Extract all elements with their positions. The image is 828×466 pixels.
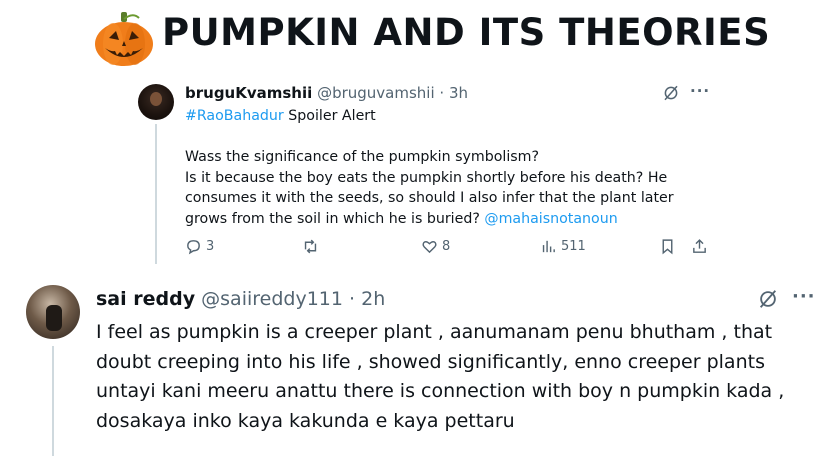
grok-icon[interactable] [662,84,680,102]
share-icon [693,239,706,253]
jack-o-lantern-icon [95,12,153,66]
reply-tweet[interactable]: sai reddy @saiireddy111 · 2h ··· I feel … [0,280,828,466]
reply-icon [187,240,200,255]
tweet-line: Wass the significance of the pumpkin sym… [185,149,540,165]
like-button[interactable]: 8 [421,238,450,255]
reply-count: 3 [206,239,215,254]
tweet-text: I feel as pumpkin is a creeper plant , a… [96,321,785,432]
grok-icon[interactable] [757,288,779,310]
title-banner: PUMPKIN AND ITS THEORIES [0,0,828,78]
tweet-header: sai reddy @saiireddy111 · 2h [96,288,385,310]
more-options-icon[interactable]: ··· [690,82,710,100]
timestamp[interactable]: · 2h [349,288,385,310]
views-icon [542,240,555,253]
timestamp[interactable]: · 3h [439,84,468,102]
tweet-text: #RaoBahadur Spoiler Alert Wass the signi… [185,106,705,229]
action-bar: 3 8 511 [185,238,725,260]
views-count: 511 [561,239,586,254]
tweet-header: bruguKvamshii @bruguvamshii · 3h [185,84,468,102]
quoted-tweet[interactable]: bruguKvamshii @bruguvamshii · 3h ··· #Ra… [120,78,720,270]
share-button[interactable] [691,238,708,255]
hashtag-link[interactable]: #RaoBahadur [185,108,284,124]
avatar[interactable] [138,84,174,120]
thread-line [52,346,54,456]
banner-title: PUMPKIN AND ITS THEORIES [162,11,771,54]
handle[interactable]: @saiireddy111 [201,288,343,310]
retweet-icon [304,239,317,254]
handle[interactable]: @bruguvamshii [317,84,435,102]
bookmark-icon [662,239,673,255]
thread-line [155,124,157,264]
mention-link[interactable]: @mahaisnotanoun [484,211,617,227]
like-count: 8 [442,239,451,254]
more-options-icon[interactable]: ··· [792,286,816,307]
bookmark-button[interactable] [659,238,676,255]
display-name[interactable]: bruguKvamshii [185,84,312,102]
heart-icon [422,241,437,254]
avatar[interactable] [26,285,80,339]
display-name[interactable]: sai reddy [96,288,195,310]
views-button[interactable]: 511 [540,238,586,255]
retweet-button[interactable] [302,238,319,255]
reply-button[interactable]: 3 [185,238,214,255]
